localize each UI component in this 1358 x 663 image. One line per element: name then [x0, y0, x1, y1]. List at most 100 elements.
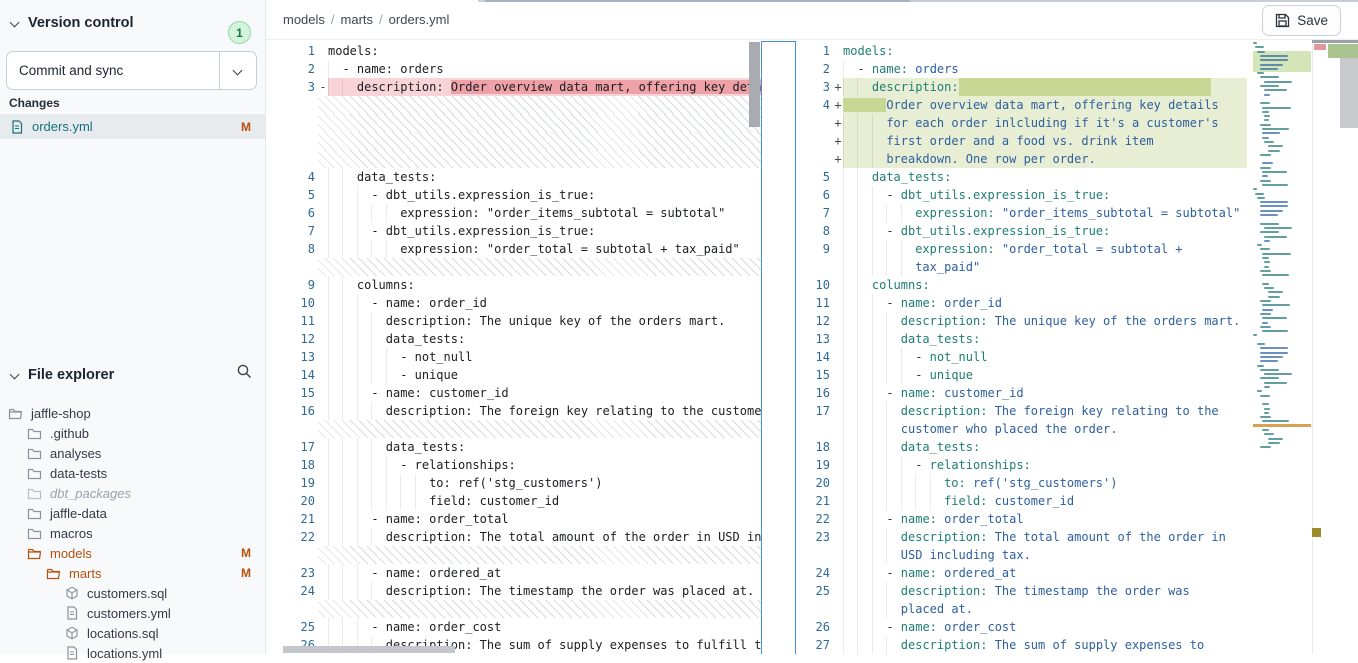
code-line: 24 - name: ordered_at — [797, 564, 1247, 582]
diff-sash[interactable] — [761, 41, 796, 654]
minimap-line — [1260, 360, 1278, 362]
code-line: 9 columns: — [266, 276, 762, 294]
editor-scrollbar-thumb[interactable] — [1340, 58, 1358, 128]
tree-item-label: data-tests — [50, 466, 107, 481]
code-line: 23 - name: ordered_at — [266, 564, 762, 582]
folder-open-icon — [8, 406, 23, 420]
code-line: 7 - dbt_utils.expression_is_true: — [266, 222, 762, 240]
code-line: 13 - not_null — [266, 348, 762, 366]
tree-item-jaffle-shop[interactable]: jaffle-shop — [0, 403, 266, 423]
diff-editor[interactable]: 1models:2 - name: orders3- description: … — [266, 40, 1358, 654]
minimap-line — [1268, 291, 1283, 293]
tree-item-dbt-packages[interactable]: dbt_packages — [0, 483, 266, 503]
diff-filler-row — [266, 132, 762, 150]
minimap-line — [1264, 373, 1292, 375]
changed-file-row[interactable]: orders.yml M — [0, 114, 266, 139]
code-line: 25 - name: order_cost — [266, 618, 762, 636]
minimap-line — [1262, 128, 1289, 130]
minimap-line — [1262, 257, 1269, 259]
left-scrollbar-thumb[interactable] — [749, 42, 760, 127]
tree-item-locations-sql[interactable]: locations.sql — [0, 623, 266, 643]
minimap-line — [1262, 107, 1291, 109]
chevron-down-icon — [233, 66, 243, 76]
minimap-line — [1260, 180, 1271, 182]
code-line: 14 - not_null — [797, 348, 1247, 366]
minimap-line — [1262, 111, 1269, 113]
code-line: 11 description: The unique key of the or… — [266, 312, 762, 330]
tree-item-data-tests[interactable]: data-tests — [0, 463, 266, 483]
tree-item-analyses[interactable]: analyses — [0, 443, 266, 463]
tree-item-customers-sql[interactable]: customers.sql — [0, 583, 266, 603]
minimap-line — [1264, 266, 1269, 268]
minimap[interactable] — [1253, 42, 1311, 457]
left-horizontal-scrollbar[interactable] — [283, 646, 455, 653]
commit-options-dropdown[interactable] — [219, 52, 256, 89]
changes-label: Changes — [9, 96, 60, 110]
save-button[interactable]: Save — [1262, 5, 1341, 36]
minimap-line — [1264, 382, 1287, 384]
chevron-down-icon — [10, 18, 20, 28]
editor-topbar: models/ marts/ orders.yml Save — [266, 0, 1358, 40]
code-line: + breakdown. One row per order. — [797, 150, 1247, 168]
minimap-line — [1260, 59, 1289, 61]
minimap-line — [1268, 145, 1283, 147]
file-tree: jaffle-shop.githubanalyses data-tests dbt_… — [0, 403, 266, 663]
tree-item-jaffle-data[interactable]: jaffle-data — [0, 503, 266, 523]
tree-item-models[interactable]: modelsM — [0, 543, 266, 563]
code-line: 25 description: The timestamp the order … — [797, 582, 1247, 600]
tree-item-customers-yml[interactable]: customers.yml — [0, 603, 266, 623]
tree-item--github[interactable]: .github — [0, 423, 266, 443]
code-line: 1models: — [797, 42, 1247, 60]
code-line: 2 - name: orders — [797, 60, 1247, 78]
code-line: placed at. — [797, 600, 1247, 618]
code-line: 19 - relationships: — [797, 456, 1247, 474]
minimap-line — [1264, 386, 1270, 388]
code-line: 13 data_tests: — [797, 330, 1247, 348]
code-line: 5 data_tests: — [797, 168, 1247, 186]
code-line: 10 - name: order_id — [266, 294, 762, 312]
code-line: 20 field: customer_id — [266, 492, 762, 510]
breadcrumb-marts[interactable]: marts — [341, 12, 374, 27]
code-line: 7 expression: "order_items_subtotal = su… — [797, 204, 1247, 222]
doc-icon — [10, 120, 24, 134]
code-line: 18 data_tests: — [797, 438, 1247, 456]
commit-and-sync-button[interactable]: Commit and sync — [6, 51, 257, 90]
minimap-line — [1260, 369, 1279, 371]
code-line: customer who placed the order. — [797, 420, 1247, 438]
code-line: 15 - unique — [797, 366, 1247, 384]
tree-item-marts[interactable]: martsM — [0, 563, 266, 583]
version-control-header[interactable]: Version control 1 — [0, 10, 265, 36]
tree-item-macros[interactable]: macros — [0, 523, 266, 543]
diff-filler-row — [266, 546, 762, 564]
minimap-line — [1260, 55, 1289, 57]
code-line: 21 field: customer_id — [797, 492, 1247, 510]
minimap-line — [1260, 64, 1283, 66]
diff-pane-modified[interactable]: 1models:2 - name: orders3+ description:4… — [797, 42, 1247, 654]
minimap-line — [1262, 184, 1288, 186]
code-line: 12 data_tests: — [266, 330, 762, 348]
minimap-line — [1260, 356, 1283, 358]
minimap-line — [1260, 231, 1279, 233]
breadcrumb-file[interactable]: orders.yml — [389, 12, 450, 27]
minimap-line — [1253, 334, 1257, 336]
folder-icon — [27, 466, 42, 480]
minimap-line — [1264, 119, 1269, 121]
tree-item-label: dbt_packages — [50, 486, 131, 501]
tree-item-label: customers.sql — [87, 586, 167, 601]
minimap-line — [1264, 240, 1270, 242]
file-explorer-title: File explorer — [28, 367, 114, 383]
code-line: 9 expression: "order_total = subtotal + — [797, 240, 1247, 258]
minimap-line — [1260, 377, 1279, 379]
diff-pane-original[interactable]: 1models:2 - name: orders3- description: … — [266, 42, 762, 654]
tree-item-locations-yml[interactable]: locations.yml — [0, 643, 266, 663]
minimap-line — [1257, 197, 1264, 199]
diff-filler-row — [266, 420, 762, 438]
overview-ruler-addition-marker — [1328, 44, 1358, 58]
sidebar: Version control 1 Commit and sync Change… — [0, 0, 266, 654]
minimap-line — [1260, 167, 1271, 169]
tree-item-label: models — [50, 546, 92, 561]
search-icon[interactable] — [236, 363, 253, 380]
minimap-line — [1262, 309, 1273, 311]
breadcrumb-models[interactable]: models — [283, 12, 325, 27]
file-explorer-header[interactable]: File explorer — [0, 362, 265, 388]
